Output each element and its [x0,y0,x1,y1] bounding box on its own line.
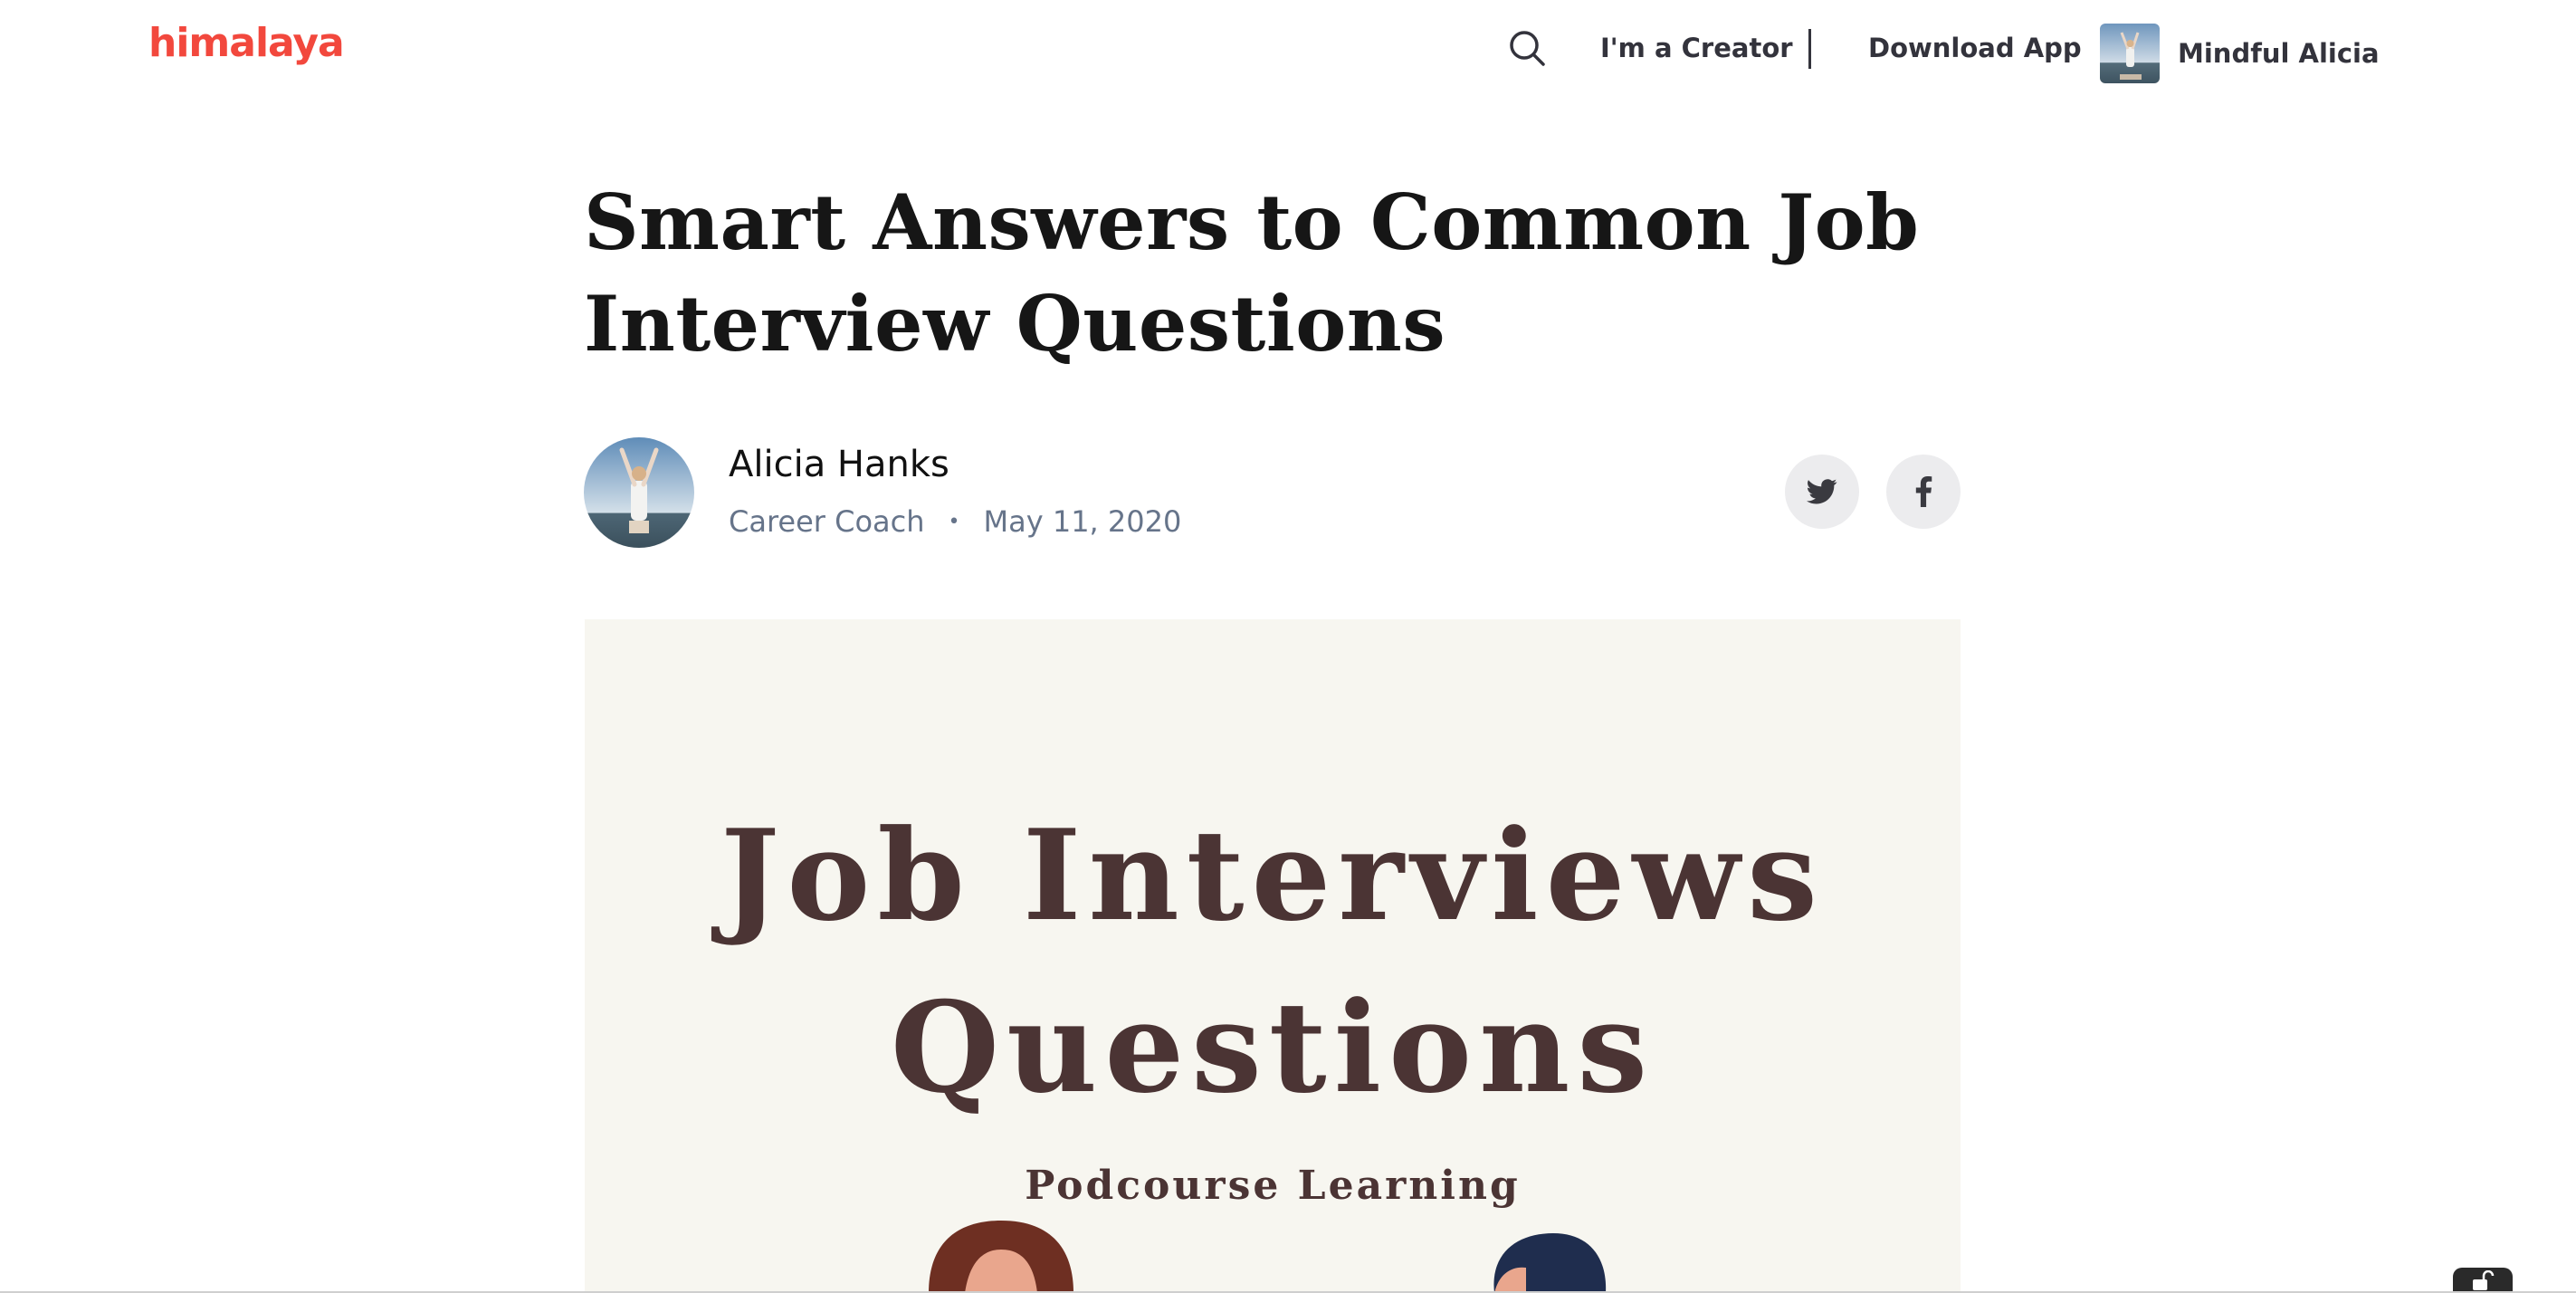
hero-title-line-2: Questions [890,973,1655,1121]
hero-title-line-1: Job Interviews [720,801,1825,949]
profile-avatar [2100,24,2160,83]
share-facebook-button[interactable] [1886,455,1961,529]
twitter-icon [1807,479,1837,504]
top-nav: himalaya I'm a Creator Download App Mind… [0,0,2576,101]
publish-date: May 11, 2020 [983,504,1182,539]
hero-image: Job Interviews Questions Podcourse Learn… [585,619,1961,1293]
profile-name: Mindful Alicia [2178,38,2380,69]
search-icon [1510,31,1545,66]
article-title: Smart Answers to Common Job Interview Qu… [584,172,1942,375]
hero-subtitle: Podcourse Learning [1025,1163,1521,1209]
author-photo [584,437,694,548]
facebook-icon [1915,476,1932,507]
himalaya-logo[interactable]: himalaya [148,20,345,66]
lock-tab[interactable] [2453,1268,2513,1293]
share-twitter-button[interactable] [1785,455,1859,529]
meta-separator-dot: • [948,510,960,533]
author-avatar[interactable] [584,437,694,548]
hero-illustration [929,1221,1607,1293]
creator-link[interactable]: I'm a Creator [1600,33,1793,63]
lock-icon [2473,1270,2495,1290]
hero-title: Job Interviews Questions [585,790,1961,1134]
search-button[interactable] [1506,27,1550,71]
author-meta: Career Coach • May 11, 2020 [729,504,1181,539]
download-app-link[interactable]: Download App [1868,33,2082,63]
nav-separator [1808,29,1811,69]
author-name[interactable]: Alicia Hanks [729,444,949,485]
author-role: Career Coach [729,504,925,539]
article-title-line-1: Smart Answers to Common Job [584,177,1920,267]
profile-menu[interactable]: Mindful Alicia [2100,24,2380,83]
article-title-line-2: Interview Questions [584,279,1446,369]
